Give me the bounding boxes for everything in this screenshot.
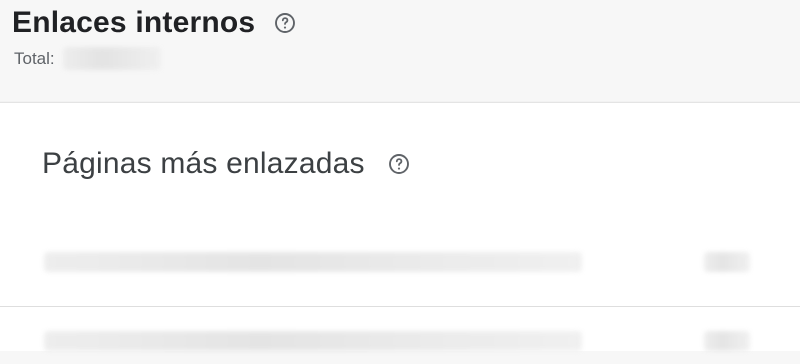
page-url[interactable] xyxy=(44,331,582,351)
link-count xyxy=(704,252,750,272)
table-row[interactable] xyxy=(0,320,800,364)
card-title-row: Páginas más enlazadas xyxy=(42,145,411,183)
total-row: Total: xyxy=(14,47,161,70)
table-row[interactable] xyxy=(0,241,800,285)
help-circle-icon[interactable] xyxy=(273,11,297,35)
most-linked-pages-card: Páginas más enlazadas xyxy=(0,102,800,351)
total-label: Total: xyxy=(14,48,55,68)
help-circle-icon[interactable] xyxy=(387,152,411,176)
header-title-row: Enlaces internos xyxy=(12,4,297,42)
internal-links-header: Enlaces internos Total: xyxy=(0,0,800,102)
row-divider xyxy=(0,306,800,307)
page-title: Enlaces internos xyxy=(12,6,256,39)
card-title: Páginas más enlazadas xyxy=(42,147,365,180)
total-value xyxy=(62,47,161,70)
link-count xyxy=(704,331,750,351)
page-url[interactable] xyxy=(44,252,582,272)
